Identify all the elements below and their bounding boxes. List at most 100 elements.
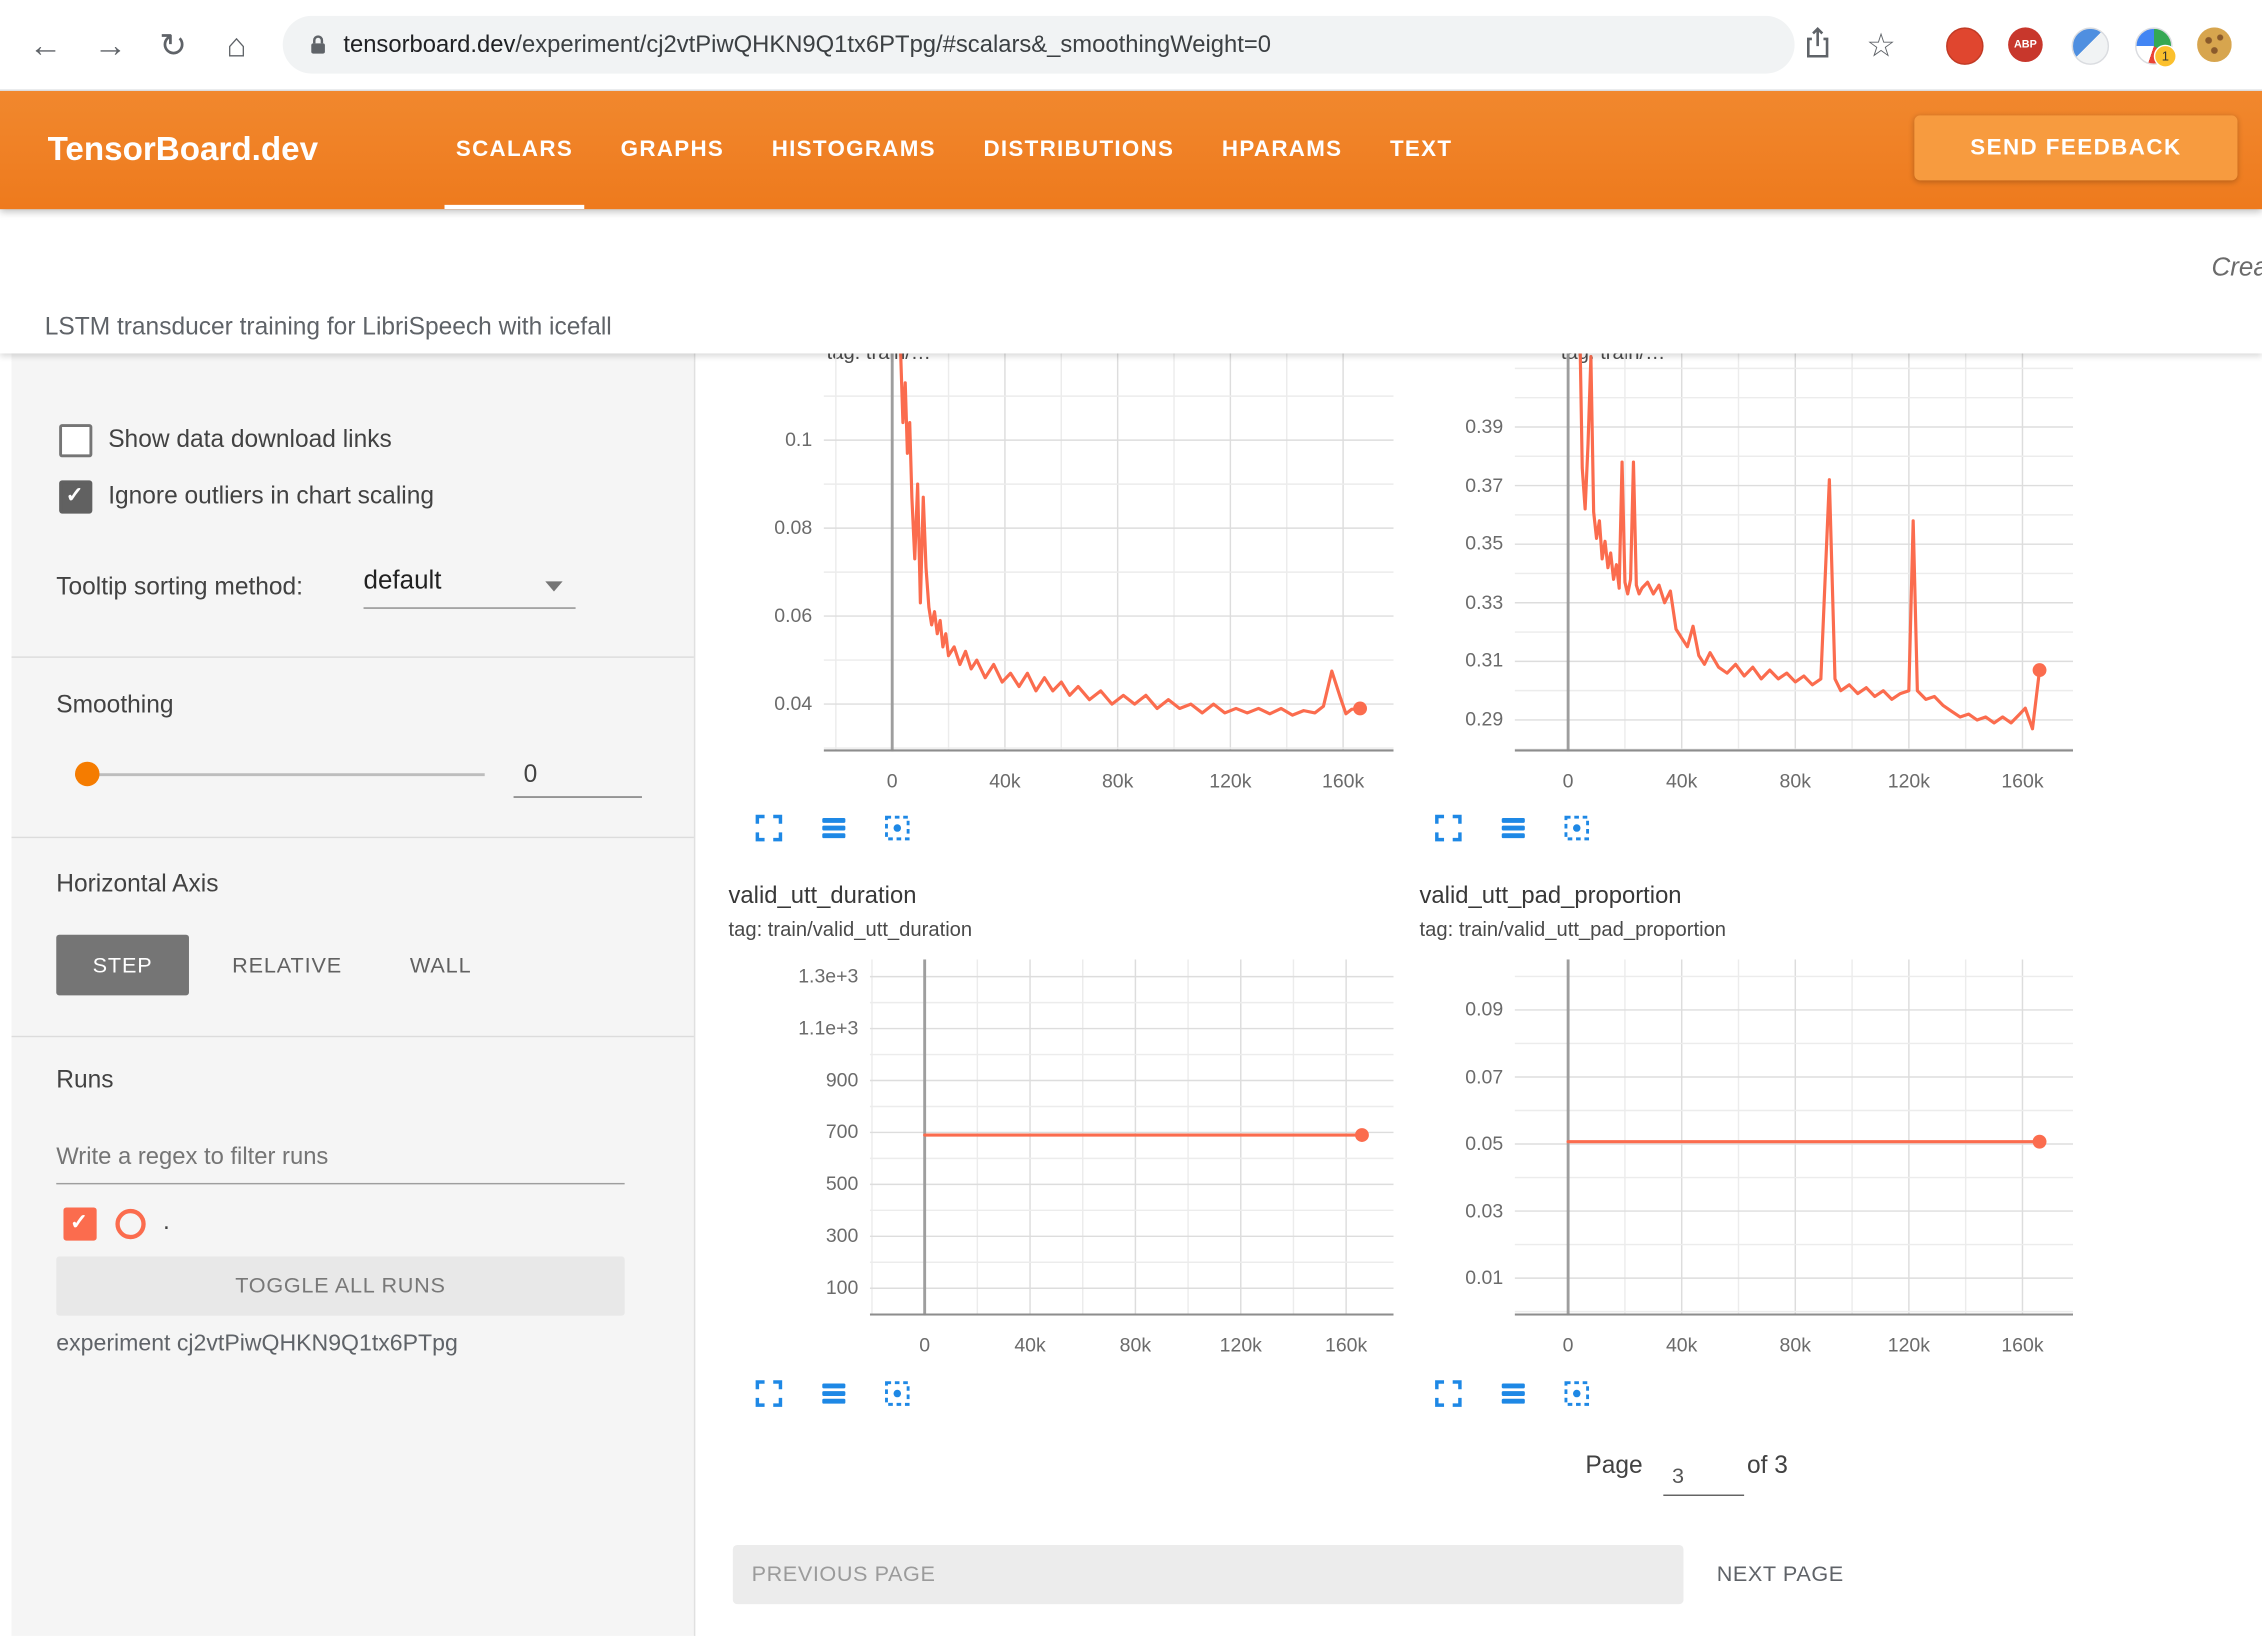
show-download-links-label: Show data download links (108, 426, 392, 455)
cut-right-text: Crea (2211, 252, 2262, 282)
y-tick-label: 100 (743, 1277, 858, 1299)
view-runs-data-icon[interactable] (817, 1378, 849, 1410)
settings-sidebar: Show data download links Ignore outliers… (12, 353, 696, 1635)
x-tick-label: 160k (1982, 1334, 2063, 1356)
run-checkbox[interactable] (63, 1207, 96, 1240)
run-color-swatch (115, 1209, 145, 1239)
x-tick-label: 80k (1755, 770, 1836, 792)
chart-plot (870, 959, 1394, 1315)
chart-title: valid_utt_pad_proportion (1420, 883, 1682, 910)
y-tick-label: 0.04 (697, 693, 812, 715)
chart-tag: tag: train/valid_utt_pad_proportion (1420, 917, 1727, 940)
chart-plot (824, 353, 1394, 751)
experiment-title: LSTM transducer training for LibriSpeech… (45, 313, 612, 342)
show-download-links-checkbox[interactable] (59, 424, 92, 457)
expand-chart-icon[interactable] (1433, 812, 1465, 844)
divider (12, 656, 694, 657)
page-of-label: of 3 (1747, 1451, 1788, 1480)
y-tick-label: 0.31 (1388, 650, 1503, 672)
view-runs-data-icon[interactable] (1497, 812, 1529, 844)
previous-page-button[interactable]: PREVIOUS PAGE (733, 1545, 1684, 1604)
notification-badge: 1 (2154, 45, 2177, 68)
smoothing-value-field[interactable]: 0 (514, 752, 642, 798)
tab-text[interactable]: TEXT (1378, 89, 1463, 209)
runs-label: Runs (56, 1066, 113, 1095)
send-feedback-button[interactable]: SEND FEEDBACK (1914, 115, 2237, 180)
smoothing-slider-track[interactable] (75, 773, 485, 776)
abp-extension-icon[interactable]: ABP (2008, 27, 2043, 62)
forward-button[interactable]: → (85, 19, 131, 68)
y-tick-label: 0.33 (1388, 591, 1503, 613)
y-tick-label: 0.35 (1388, 533, 1503, 555)
toggle-all-runs-button[interactable]: TOGGLE ALL RUNS (56, 1257, 624, 1316)
expand-chart-icon[interactable] (753, 812, 785, 844)
experiment-id-label: experiment cj2vtPiwQHKN9Q1tx6PTpg (56, 1332, 458, 1358)
axis-relative-button[interactable]: RELATIVE (209, 935, 365, 996)
y-tick-label: 0.07 (1388, 1065, 1503, 1087)
x-tick-label: 0 (1528, 770, 1609, 792)
pie-extension-icon[interactable]: 1 (2135, 27, 2173, 65)
y-tick-label: 1.1e+3 (743, 1017, 858, 1039)
reload-button[interactable]: ↻ (150, 19, 196, 68)
tab-distributions[interactable]: DISTRIBUTIONS (972, 89, 1186, 209)
x-tick-label: 120k (1190, 770, 1271, 792)
y-tick-label: 0.39 (1388, 415, 1503, 437)
bookmark-star-icon[interactable]: ☆ (1858, 20, 1904, 69)
scalar-chart-card: tag: train/…0.040.060.080.1040k80k120k16… (729, 353, 1407, 865)
share-icon[interactable] (1800, 25, 1835, 70)
smoothing-slider-thumb[interactable] (75, 762, 100, 787)
y-tick-label: 0.01 (1388, 1267, 1503, 1289)
browser-extension-icon[interactable] (2072, 27, 2110, 65)
fit-domain-icon[interactable] (1561, 812, 1593, 844)
divider (12, 1036, 694, 1037)
chart-plot (1515, 353, 2073, 751)
page-number-input[interactable] (1663, 1457, 1744, 1496)
x-tick-label: 160k (1303, 770, 1384, 792)
nav-tabs: SCALARS GRAPHS HISTOGRAMS DISTRIBUTIONS … (444, 89, 1464, 209)
axis-wall-button[interactable]: WALL (379, 935, 502, 996)
view-runs-data-icon[interactable] (817, 812, 849, 844)
y-tick-label: 700 (743, 1121, 858, 1143)
cookie-extension-icon[interactable] (2197, 27, 2232, 62)
fit-domain-icon[interactable] (881, 812, 913, 844)
tooltip-sorting-select[interactable]: default (364, 565, 576, 607)
tab-scalars[interactable]: SCALARS (444, 89, 584, 209)
x-tick-label: 0 (884, 1334, 965, 1356)
view-runs-data-icon[interactable] (1497, 1378, 1529, 1410)
x-tick-label: 0 (1528, 1334, 1609, 1356)
tab-graphs[interactable]: GRAPHS (609, 89, 736, 209)
y-tick-label: 0.05 (1388, 1132, 1503, 1154)
chevron-down-icon (545, 581, 562, 591)
charts-region: Page of 3 PREVIOUS PAGE NEXT PAGE tag: t… (694, 353, 2262, 1635)
x-tick-label: 160k (1306, 1334, 1387, 1356)
y-tick-label: 0.08 (697, 517, 812, 539)
x-tick-label: 80k (1077, 770, 1158, 792)
x-tick-label: 0 (852, 770, 933, 792)
x-tick-label: 80k (1755, 1334, 1836, 1356)
fit-domain-icon[interactable] (1561, 1378, 1593, 1410)
select-underline (364, 607, 576, 608)
adblock-extension-icon[interactable] (1946, 27, 1984, 65)
y-tick-label: 0.1 (697, 429, 812, 451)
y-tick-label: 1.3e+3 (743, 965, 858, 987)
runs-filter-input[interactable] (56, 1132, 624, 1184)
home-button[interactable]: ⌂ (214, 19, 260, 68)
chart-plot (1515, 959, 2073, 1315)
address-bar[interactable]: tensorboard.dev/experiment/cj2vtPiwQHKN9… (283, 16, 1795, 74)
expand-chart-icon[interactable] (753, 1378, 785, 1410)
next-page-button[interactable]: NEXT PAGE (1707, 1545, 1895, 1604)
fit-domain-icon[interactable] (881, 1378, 913, 1410)
back-button[interactable]: ← (20, 19, 66, 68)
ignore-outliers-checkbox[interactable] (59, 480, 92, 513)
browser-chrome: ← → ↻ ⌂ tensorboard.dev/experiment/cj2vt… (0, 0, 2262, 91)
y-tick-label: 900 (743, 1069, 858, 1091)
expand-chart-icon[interactable] (1433, 1378, 1465, 1410)
axis-step-button[interactable]: STEP (56, 935, 189, 996)
scalar-chart-card: tag: train/…0.290.310.330.350.370.39040k… (1420, 353, 2098, 865)
tab-histograms[interactable]: HISTOGRAMS (760, 89, 947, 209)
brand-title: TensorBoard.dev (48, 89, 318, 209)
tab-hparams[interactable]: HPARAMS (1210, 89, 1354, 209)
y-tick-label: 0.37 (1388, 474, 1503, 496)
scalar-chart-card: valid_utt_pad_proportion tag: train/valid… (1420, 880, 2098, 1428)
x-tick-label: 40k (1641, 770, 1722, 792)
